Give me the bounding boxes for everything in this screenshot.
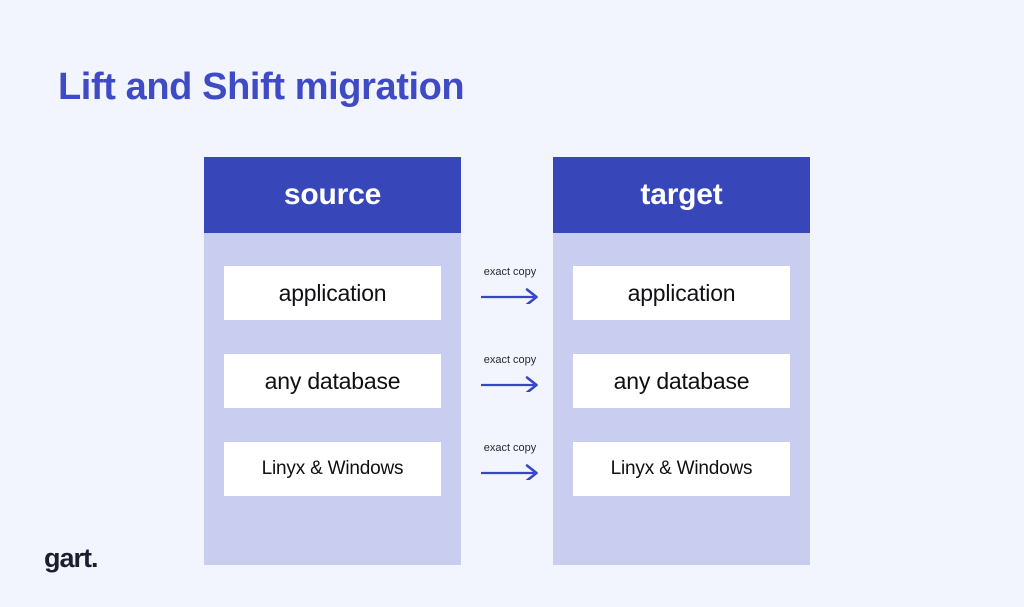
- target-item-application-label: application: [627, 279, 736, 306]
- source-item-os[interactable]: Linyx & Windows: [224, 442, 441, 496]
- source-item-database[interactable]: any database: [224, 354, 441, 408]
- source-item-application-label: application: [278, 279, 387, 306]
- slide-canvas: Lift and Shift migration source applicat…: [0, 0, 1024, 607]
- target-item-database[interactable]: any database: [573, 354, 790, 408]
- arrow-right-icon: [481, 288, 538, 304]
- column-target: target application any database Linyx & …: [553, 157, 810, 565]
- connector-application-label: exact copy: [483, 266, 537, 278]
- arrow-right-icon: [481, 464, 538, 480]
- column-source: source application any database Linyx & …: [204, 157, 461, 565]
- column-target-header: target: [553, 157, 810, 233]
- brand-logo-text: gart.: [44, 543, 99, 573]
- column-target-header-label: target: [640, 178, 723, 211]
- connector-os: exact copy: [470, 442, 550, 490]
- connector-os-label: exact copy: [483, 442, 537, 454]
- connector-database-label: exact copy: [483, 354, 537, 366]
- column-source-header: source: [204, 157, 461, 233]
- column-source-body: application any database Linyx & Windows: [204, 233, 461, 565]
- source-item-database-label: any database: [264, 367, 401, 394]
- arrow-right-icon: [481, 376, 538, 392]
- connector-application: exact copy: [470, 266, 550, 314]
- target-item-application[interactable]: application: [573, 266, 790, 320]
- column-target-body: application any database Linyx & Windows: [553, 233, 810, 565]
- column-source-header-label: source: [283, 178, 382, 211]
- target-item-os-label: Linyx & Windows: [610, 458, 753, 479]
- target-item-database-label: any database: [613, 367, 750, 394]
- brand-logo: gart.: [44, 543, 99, 574]
- page-title: Lift and Shift migration: [58, 66, 465, 108]
- source-item-application[interactable]: application: [224, 266, 441, 320]
- source-item-os-label: Linyx & Windows: [261, 458, 404, 479]
- target-item-os[interactable]: Linyx & Windows: [573, 442, 790, 496]
- connector-database: exact copy: [470, 354, 550, 402]
